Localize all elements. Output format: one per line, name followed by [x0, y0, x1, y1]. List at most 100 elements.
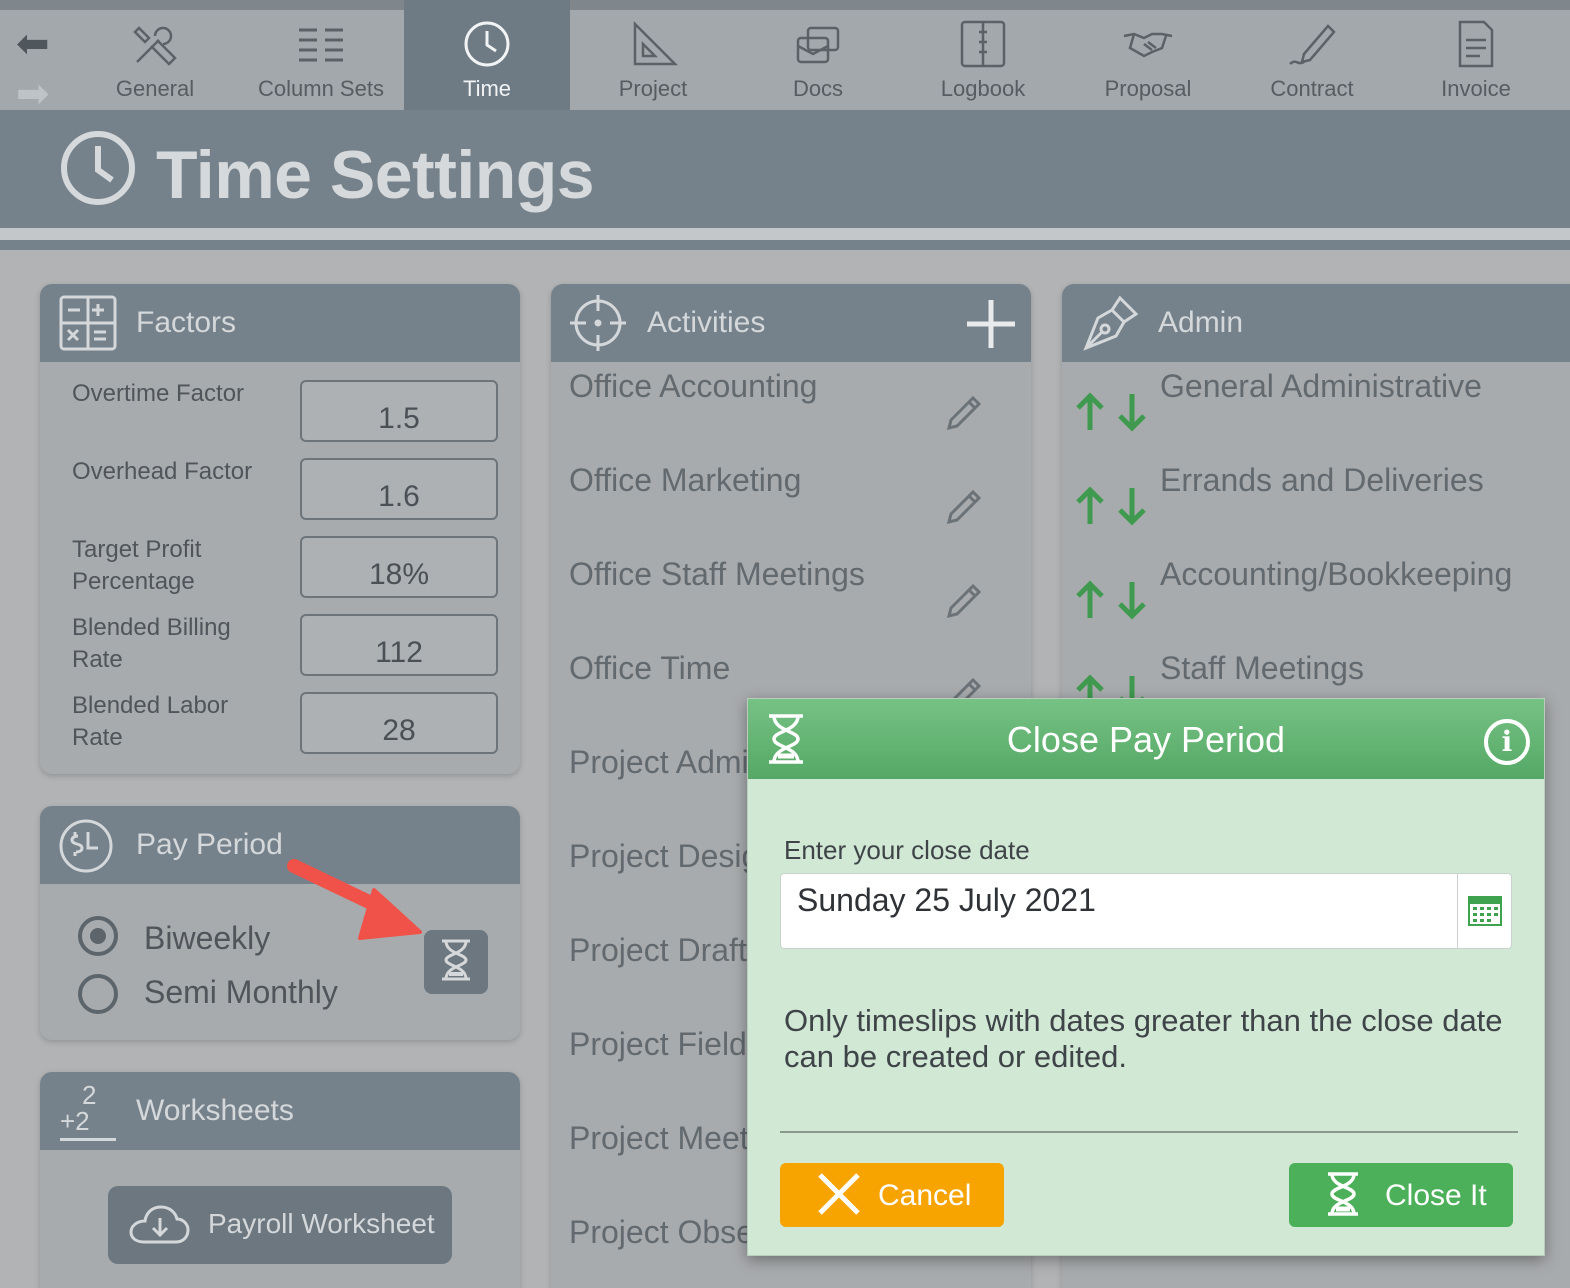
- crosshair-icon: [569, 294, 627, 357]
- tab-logbook[interactable]: Logbook: [900, 10, 1066, 120]
- columns-icon: [238, 18, 404, 70]
- panel-title: Admin: [1158, 306, 1244, 339]
- calendar-icon[interactable]: [1457, 874, 1511, 948]
- overtime-factor-field[interactable]: 1.5: [300, 380, 498, 442]
- admin-item[interactable]: Staff Meetings: [1160, 650, 1364, 687]
- pencil-icon[interactable]: [943, 390, 987, 439]
- page-title: Time Settings: [156, 137, 595, 213]
- activity-item[interactable]: Office Marketing: [569, 462, 801, 499]
- close-date-label: Enter your close date: [784, 835, 1030, 865]
- panel-title: Activities: [647, 306, 766, 339]
- close-pay-period-dialog: Close Pay Period i Enter your close date…: [747, 698, 1545, 1256]
- back-arrow-icon[interactable]: ⬅: [16, 24, 50, 64]
- close-date-note: Only timeslips with dates greater than t…: [784, 1003, 1503, 1074]
- calculator-icon: [58, 294, 118, 357]
- logbook-icon: [900, 18, 1066, 70]
- history-nav: ⬅ ➡: [10, 20, 70, 114]
- panel-header: Factors: [40, 284, 520, 362]
- triangle-ruler-icon: [570, 18, 736, 70]
- dialog-header: Close Pay Period i: [748, 699, 1544, 779]
- cancel-button[interactable]: Cancel: [780, 1163, 1004, 1227]
- clock-icon: [404, 18, 570, 70]
- activity-item[interactable]: Office Time: [569, 650, 730, 687]
- tab-contract[interactable]: Contract: [1229, 10, 1395, 120]
- tab-label: Invoice: [1441, 76, 1511, 101]
- semi-monthly-radio[interactable]: [78, 974, 118, 1014]
- tab-label: Contract: [1270, 76, 1354, 101]
- radio-label: Semi Monthly: [144, 974, 338, 1010]
- tab-label: Time: [462, 76, 512, 101]
- factor-label: Blended Labor Rate: [72, 692, 229, 751]
- add-activity-button[interactable]: [965, 298, 1017, 355]
- activity-item[interactable]: Project Meet: [569, 1120, 749, 1157]
- handshake-icon: [1065, 18, 1231, 70]
- factors-panel: Factors Overtime Factor 1.5 Overhead Fac…: [40, 284, 520, 774]
- top-toolbar: ⬅ ➡ General Column Sets Time Project Doc…: [0, 0, 1570, 129]
- close-date-field[interactable]: Sunday 25 July 2021: [780, 873, 1512, 949]
- dialog-divider: [780, 1131, 1518, 1133]
- annotation-arrow-icon: [280, 850, 430, 950]
- overhead-factor-field[interactable]: 1.6: [300, 458, 498, 520]
- panel-header: Admin: [1062, 284, 1570, 362]
- factor-label: Overtime Factor: [72, 380, 245, 407]
- tab-label: Docs: [792, 76, 844, 101]
- tab-project[interactable]: Project: [570, 10, 736, 120]
- panel-header: Activities: [551, 284, 1031, 362]
- activity-item[interactable]: Project Admi: [569, 744, 749, 781]
- tab-proposal[interactable]: Proposal: [1065, 10, 1231, 120]
- activity-item[interactable]: Project Field: [569, 1026, 747, 1063]
- tab-label: Proposal: [1104, 76, 1192, 101]
- reorder-arrows-icon[interactable]: [1072, 580, 1150, 625]
- admin-item[interactable]: Accounting/Bookkeeping: [1160, 556, 1512, 593]
- close-pay-period-button[interactable]: [424, 930, 488, 994]
- radio-label: Biweekly: [144, 920, 271, 956]
- panel-title: Worksheets: [136, 1094, 294, 1127]
- header-divider: [0, 228, 1570, 240]
- factor-label: Overhead Factor: [72, 458, 253, 485]
- cloud-download-icon: [128, 1204, 190, 1253]
- pencil-icon[interactable]: [943, 484, 987, 533]
- fountain-pen-icon: [1080, 294, 1140, 359]
- activity-item[interactable]: Office Staff Meetings: [569, 556, 865, 593]
- hourglass-icon: [439, 938, 473, 987]
- clock-icon: [58, 128, 138, 213]
- reorder-arrows-icon[interactable]: [1072, 486, 1150, 531]
- tab-column-sets[interactable]: Column Sets: [238, 10, 404, 120]
- tools-icon: [72, 18, 238, 70]
- factor-label: Target Profit Percentage: [72, 536, 202, 595]
- header-divider: [0, 240, 1570, 250]
- dialog-title: Close Pay Period: [1006, 719, 1286, 760]
- activity-item[interactable]: Office Accounting: [569, 368, 817, 405]
- pencil-icon[interactable]: [943, 578, 987, 627]
- activity-item[interactable]: Project Draft: [569, 932, 747, 969]
- page-header: Time Settings: [0, 110, 1570, 228]
- info-icon[interactable]: i: [1484, 719, 1530, 765]
- tab-general[interactable]: General: [72, 10, 238, 120]
- addition-icon: 2 +2: [58, 1078, 118, 1142]
- tab-invoice[interactable]: Invoice: [1393, 10, 1559, 120]
- labor-rate-field[interactable]: 28: [300, 692, 498, 754]
- admin-item[interactable]: Errands and Deliveries: [1160, 462, 1484, 499]
- activity-item[interactable]: Project Desig: [569, 838, 759, 875]
- billing-rate-field[interactable]: 112: [300, 614, 498, 676]
- docs-icon: [735, 18, 901, 70]
- close-it-button[interactable]: Close It: [1289, 1163, 1513, 1227]
- close-x-icon: [816, 1171, 862, 1225]
- reorder-arrows-icon[interactable]: [1072, 392, 1150, 437]
- pen-signature-icon: [1229, 18, 1395, 70]
- admin-item[interactable]: General Administrative: [1160, 368, 1482, 405]
- panel-title: Factors: [136, 306, 237, 339]
- biweekly-radio[interactable]: [78, 916, 118, 956]
- panel-title: Pay Period: [136, 828, 283, 861]
- close-date-value: Sunday 25 July 2021: [797, 882, 1096, 918]
- target-profit-field[interactable]: 18%: [300, 536, 498, 598]
- hourglass-icon: [1325, 1171, 1361, 1225]
- payroll-worksheet-button[interactable]: Payroll Worksheet: [108, 1186, 452, 1264]
- forward-arrow-icon[interactable]: ➡: [16, 74, 50, 114]
- tab-label: Column Sets: [258, 76, 384, 101]
- tab-label: Logbook: [940, 76, 1026, 101]
- tab-docs[interactable]: Docs: [735, 10, 901, 120]
- factor-label: Blended Billing Rate: [72, 614, 231, 673]
- activity-item[interactable]: Project Obse: [569, 1214, 754, 1251]
- tab-label: Project: [618, 76, 688, 101]
